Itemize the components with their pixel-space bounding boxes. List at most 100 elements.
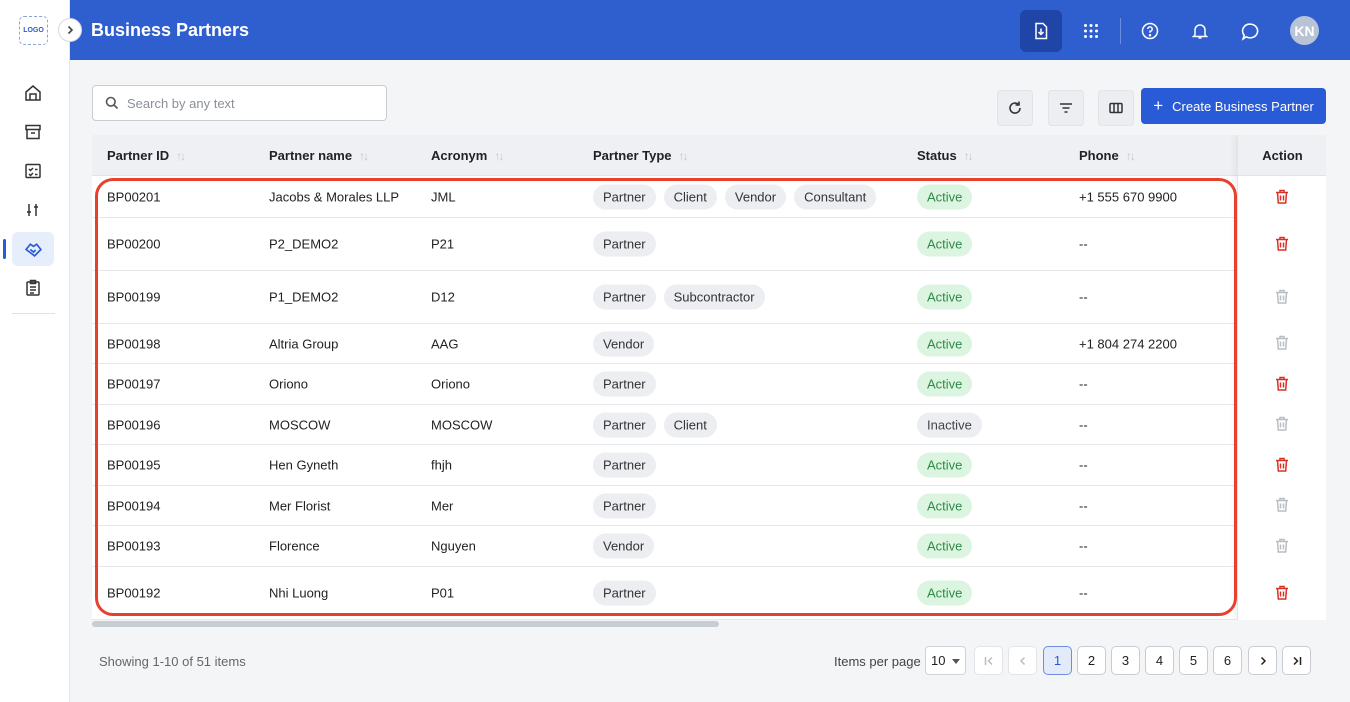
search-box[interactable] [92,85,387,121]
partner-type-cell: Partner [593,371,656,397]
columns-button[interactable] [1098,90,1134,126]
sidebar-nav [0,76,70,310]
sidebar-item-archive[interactable] [12,115,54,149]
delete-button[interactable] [1275,585,1289,603]
partner-id-cell: BP00197 [107,376,161,392]
column-header-acronym[interactable]: Acronym ↑↓ [431,148,504,163]
caret-down-icon [952,659,960,664]
page-button-3[interactable]: 3 [1111,646,1140,675]
delete-button[interactable] [1275,376,1289,394]
action-column: Action [1237,135,1326,620]
page-button-5[interactable]: 5 [1179,646,1208,675]
chat-button[interactable] [1229,10,1271,52]
delete-button[interactable] [1275,416,1289,434]
partner-type-chip: Partner [593,412,656,437]
delete-button[interactable] [1275,236,1289,254]
column-header-phone[interactable]: Phone ↑↓ [1079,148,1136,163]
items-per-page-value: 10 [931,653,946,668]
partner-id-cell: BP00195 [107,457,161,473]
phone-cell: -- [1079,376,1088,392]
create-business-partner-button[interactable]: + Create Business Partner [1141,88,1326,124]
table-row[interactable]: BP00199 P1_DEMO2 D12 Partner Subcontractor Ac… [92,271,1326,324]
partner-type-chip: Partner [593,452,656,478]
chevron-right-icon [1260,656,1266,665]
sidebar-expand-button[interactable] [58,18,82,42]
apps-button[interactable] [1070,10,1112,52]
partner-type-cell: Vendor [593,331,655,356]
partner-name-cell: Florence [269,538,320,554]
delete-button[interactable] [1275,457,1289,475]
filter-button[interactable] [1048,90,1084,126]
partner-name-cell: MOSCOW [269,417,331,432]
first-page-button[interactable] [974,646,1003,675]
last-page-button[interactable] [1282,646,1311,675]
column-label: Partner ID [107,148,170,163]
page-button-1[interactable]: 1 [1043,646,1072,675]
partner-type-chip: Vendor [593,533,655,559]
trash-icon [1276,189,1288,204]
sidebar-item-clipboard[interactable] [12,271,54,305]
column-header-partner-name[interactable]: Partner name ↑↓ [269,148,369,163]
table-row[interactable]: BP00193 Florence Nguyen Vendor Active -- [92,526,1326,567]
column-label: Partner Type [593,148,672,163]
delete-button[interactable] [1275,497,1289,515]
help-icon [1141,22,1159,40]
sidebar-item-business-partners[interactable] [3,232,54,266]
sort-icon[interactable]: ↑↓ [1126,149,1136,163]
horizontal-scrollbar[interactable] [92,621,719,627]
items-per-page-select[interactable]: 10 [925,646,966,675]
next-page-button[interactable] [1248,646,1277,675]
column-header-partner-type[interactable]: Partner Type ↑↓ [593,148,689,163]
sliders-icon [27,204,38,216]
page-button-2[interactable]: 2 [1077,646,1106,675]
sort-icon[interactable]: ↑↓ [679,149,689,163]
help-button[interactable] [1129,10,1171,52]
trash-icon [1276,497,1288,512]
delete-button[interactable] [1275,538,1289,556]
column-label: Acronym [431,148,488,163]
column-label: Partner name [269,148,353,163]
search-input[interactable] [127,95,367,111]
download-button[interactable] [1020,10,1062,52]
status-badge: Active [917,284,973,310]
table-row[interactable]: BP00194 Mer Florist Mer Partner Active -- [92,486,1326,526]
sort-icon[interactable]: ↑↓ [176,149,186,163]
sort-icon[interactable]: ↑↓ [964,149,974,163]
column-header-status[interactable]: Status ↑↓ [917,148,974,163]
sidebar-item-home[interactable] [12,76,54,110]
page-button-6[interactable]: 6 [1213,646,1242,675]
partner-type-cell: Partner [593,580,656,606]
sort-icon[interactable]: ↑↓ [494,149,504,163]
column-label: Phone [1079,148,1119,163]
delete-button[interactable] [1275,335,1289,353]
acronym-cell: AAG [431,336,459,351]
table-row[interactable]: BP00201 Jacobs & Morales LLP JML Partner Cli… [92,177,1326,218]
columns-icon [1109,102,1123,114]
refresh-button[interactable] [997,90,1033,126]
table-row[interactable]: BP00198 Altria Group AAG Vendor Active +1 804… [92,324,1326,364]
sort-icon[interactable]: ↑↓ [359,149,369,163]
delete-button[interactable] [1275,189,1289,207]
previous-page-button[interactable] [1008,646,1037,675]
page-button-4[interactable]: 4 [1145,646,1174,675]
table-row[interactable]: BP00195 Hen Gyneth fhjh Partner Active -- [92,445,1326,486]
avatar[interactable]: KN [1290,16,1319,45]
acronym-cell: P01 [431,585,455,601]
first-page-icon [984,656,993,665]
table-row[interactable]: BP00196 MOSCOW MOSCOW Partner Client Inactive… [92,405,1326,445]
column-header-partner-id[interactable]: Partner ID ↑↓ [107,148,186,163]
logo: LOGO [19,16,48,45]
delete-button[interactable] [1275,289,1289,307]
phone-cell: -- [1079,538,1088,554]
notifications-button[interactable] [1179,10,1221,52]
clipboard-icon [26,279,40,296]
partner-type-chip: Client [663,412,717,437]
table-row[interactable]: BP00197 Oriono Oriono Partner Active -- [92,364,1326,405]
table-row[interactable]: BP00192 Nhi Luong P01 Partner Active -- [92,567,1326,620]
status-badge: Active [917,184,973,210]
sidebar-item-sliders[interactable] [12,193,54,227]
checklist-icon [25,163,41,179]
bell-icon [1191,24,1209,39]
table-row[interactable]: BP00200 P2_DEMO2 P21 Partner Active -- [92,218,1326,271]
sidebar-item-checklist[interactable] [12,154,54,188]
